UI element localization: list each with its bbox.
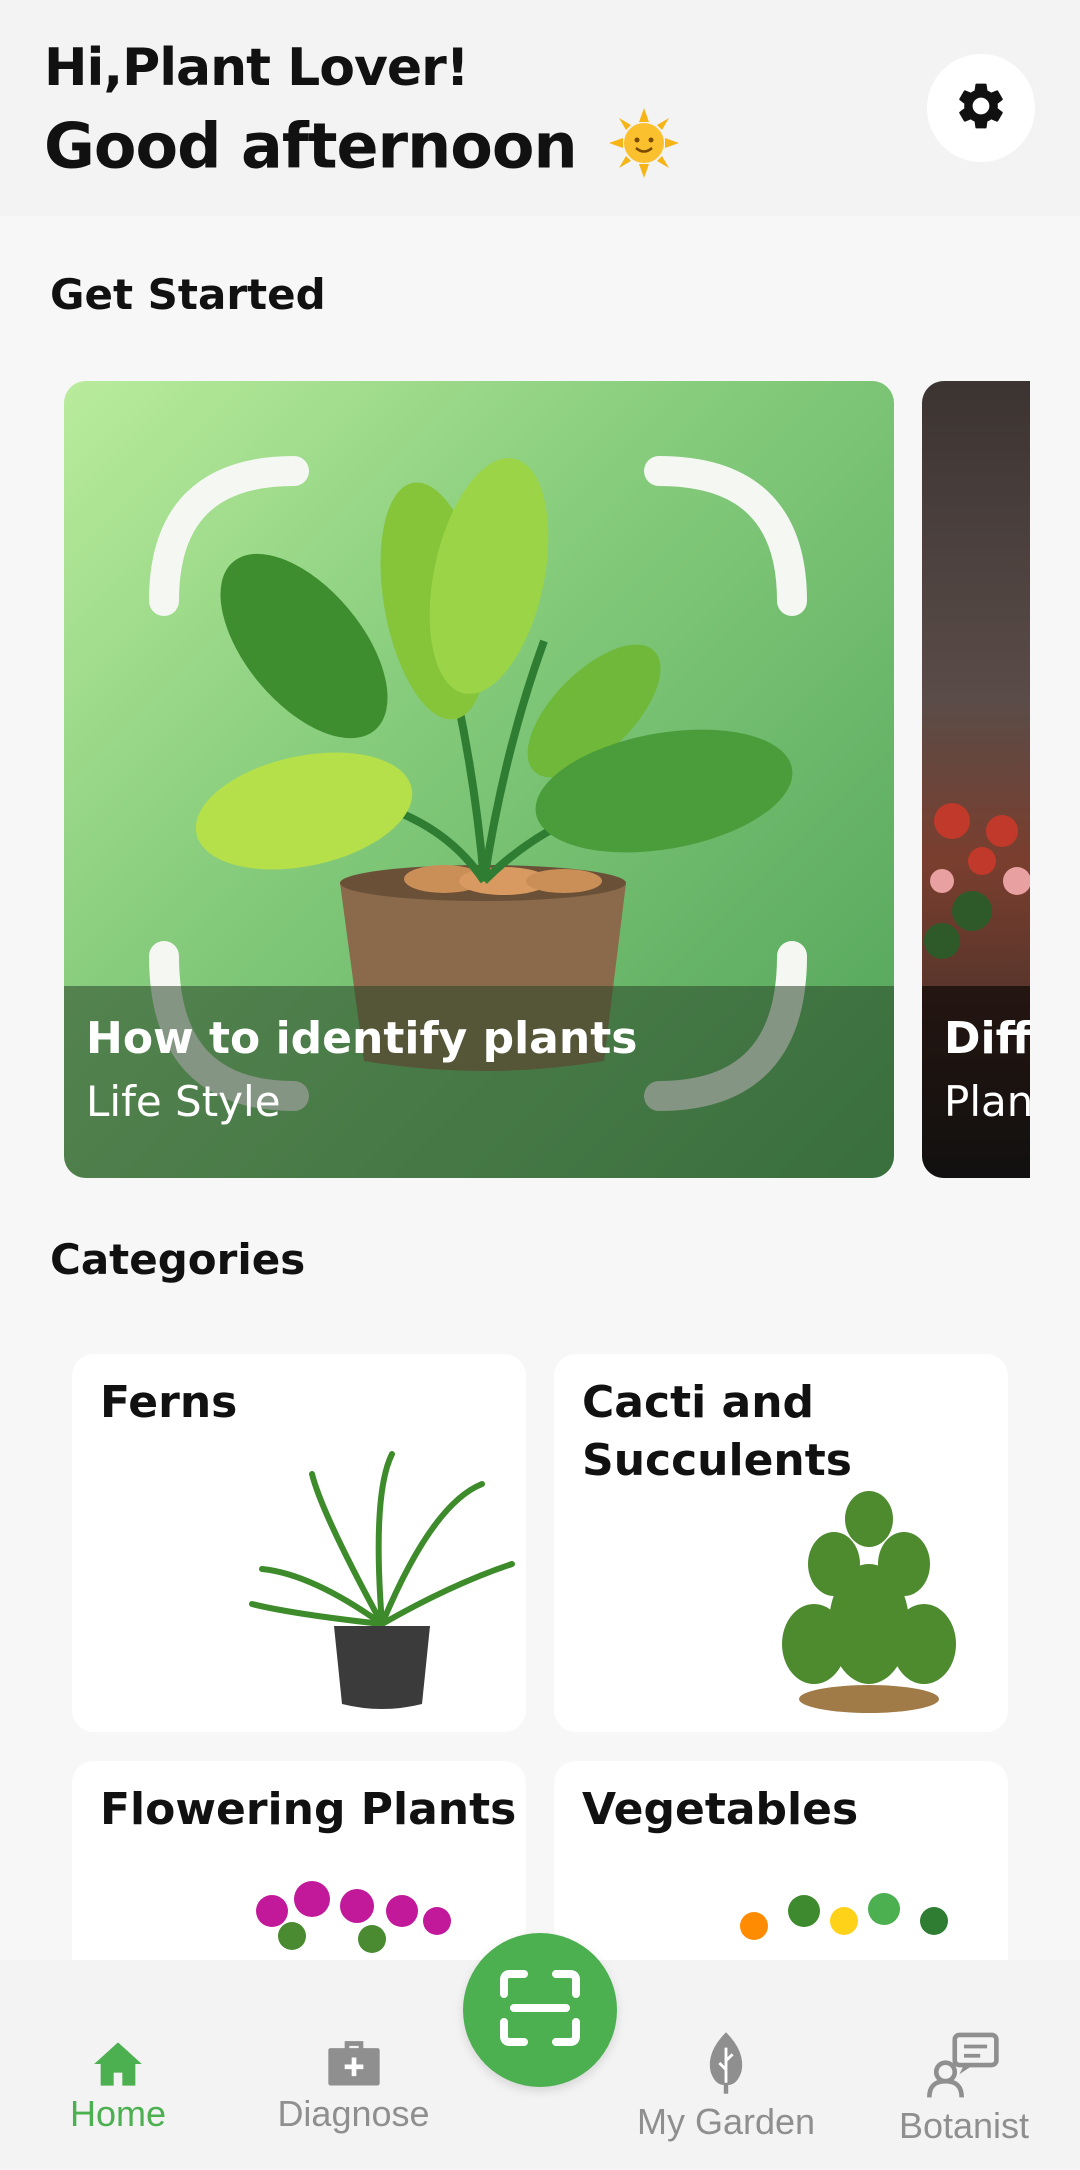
scan-icon bbox=[498, 1968, 582, 2053]
salutation-label: Good afternoon bbox=[44, 109, 578, 183]
cactus-image bbox=[782, 1491, 956, 1713]
settings-button[interactable] bbox=[927, 54, 1035, 162]
nav-diagnose[interactable]: Diagnose bbox=[266, 2034, 441, 2135]
nav-label: Diagnose bbox=[277, 2093, 430, 2134]
card-next-partial[interactable]: Diffe Plan bbox=[922, 381, 1030, 1178]
botanist-chat-icon bbox=[927, 2032, 1001, 2104]
nav-label: Home bbox=[69, 2093, 167, 2134]
greeting-text: Hi,Plant Lover! bbox=[44, 38, 469, 98]
leaf-icon bbox=[704, 2032, 748, 2100]
header: Hi,Plant Lover! Good afternoon bbox=[0, 0, 1080, 216]
category-card-cacti[interactable]: Cacti and Succulents bbox=[554, 1354, 1008, 1732]
salutation-text: Good afternoon bbox=[44, 108, 680, 193]
card-identify-plants[interactable]: How to identify plants Life Style bbox=[64, 381, 894, 1178]
card-subtitle: Plan bbox=[944, 1077, 1030, 1126]
nav-botanist[interactable]: Botanist bbox=[884, 2030, 1044, 2147]
nav-home[interactable]: Home bbox=[58, 2040, 178, 2135]
card-title: Diffe bbox=[944, 1013, 1030, 1064]
nav-label: My Garden bbox=[636, 2101, 816, 2142]
card-subtitle: Life Style bbox=[86, 1077, 281, 1126]
sun-icon bbox=[609, 108, 680, 193]
scan-plant-button[interactable] bbox=[463, 1933, 617, 2087]
category-card-ferns[interactable]: Ferns bbox=[72, 1354, 526, 1732]
nav-my-garden[interactable]: My Garden bbox=[628, 2030, 824, 2143]
nav-label: Botanist bbox=[898, 2105, 1030, 2146]
fern-image bbox=[249, 1451, 515, 1709]
get-started-title: Get Started bbox=[50, 270, 326, 319]
medical-kit-icon bbox=[326, 2041, 382, 2092]
gear-icon bbox=[953, 78, 1009, 139]
card-title: How to identify plants bbox=[86, 1013, 638, 1064]
categories-title: Categories bbox=[50, 1235, 306, 1284]
home-icon bbox=[92, 2042, 144, 2092]
